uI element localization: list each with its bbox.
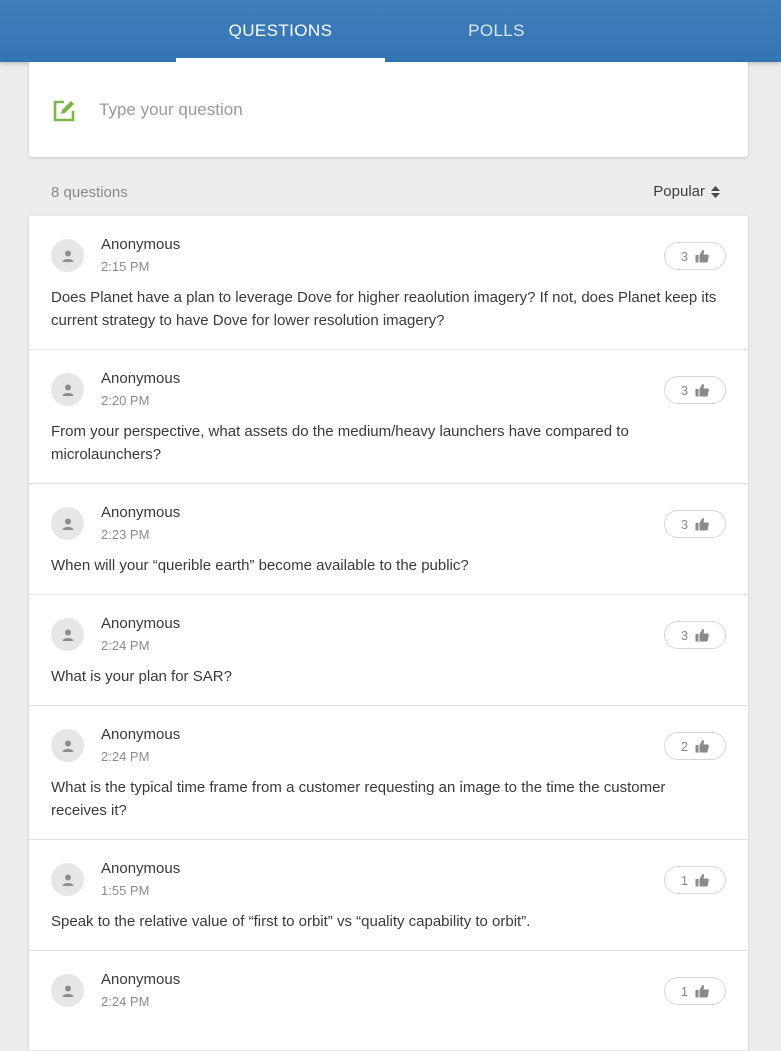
avatar [51,618,84,651]
question-item: Anonymous 2:20 PM 3 From your perspective, … [29,350,748,484]
upvote-button[interactable]: 3 [664,621,726,649]
thumbs-up-icon [695,384,709,397]
tab-questions[interactable]: QUESTIONS [176,0,385,62]
thumbs-up-icon [695,629,709,642]
user-icon [62,874,73,886]
avatar [51,507,84,540]
user-icon [62,740,73,752]
timestamp: 2:24 PM [101,749,150,764]
user-icon [62,250,73,262]
upvote-button[interactable]: 3 [664,510,726,538]
question-text: What is the typical time frame from a cu… [51,779,666,819]
question-text: From your perspective, what assets do th… [51,423,629,463]
top-tab-bar: QUESTIONS POLLS [0,0,781,62]
author-name: Anonymous [101,236,181,253]
upvote-button[interactable]: 3 [664,242,726,270]
upvote-count: 3 [680,627,689,643]
question-text: Does Planet have a plan to leverage Dove… [51,289,717,329]
author-name: Anonymous [101,726,181,743]
timestamp: 1:55 PM [101,883,150,898]
author-name: Anonymous [101,370,181,387]
avatar [51,239,84,272]
avatar [51,863,84,896]
thumbs-up-icon [695,985,709,998]
question-item: Anonymous 2:24 PM 3 What is your plan for S… [29,595,748,706]
sort-icon [711,185,720,198]
timestamp: 2:20 PM [101,393,150,408]
question-text: What is your plan for SAR? [51,668,232,685]
avatar [51,729,84,762]
timestamp: 2:23 PM [101,527,150,542]
timestamp: 2:24 PM [101,994,150,1009]
author-name: Anonymous [101,860,181,877]
question-count: 8 questions [51,184,128,201]
tab-polls[interactable]: POLLS [392,0,601,62]
author-name: Anonymous [101,615,181,632]
upvote-button[interactable]: 2 [664,732,726,760]
upvote-count: 1 [680,983,689,999]
question-item: Anonymous 2:15 PM 3 Does Planet have a plan… [29,216,748,350]
question-item: Anonymous 1:55 PM 1 Speak to the relative v… [29,840,748,951]
timestamp: 2:15 PM [101,259,150,274]
author-name: Anonymous [101,971,181,988]
edit-icon [53,100,75,122]
thumbs-up-icon [695,740,709,753]
question-text: When will your “querible earth” become a… [51,557,469,574]
upvote-count: 3 [680,516,689,532]
avatar [51,974,84,1007]
question-item: Anonymous 2:24 PM 1 [29,951,748,1051]
question-item: Anonymous 2:23 PM 3 When will your “queribl… [29,484,748,595]
user-icon [62,985,73,997]
user-icon [62,384,73,396]
ask-question-card [29,62,748,157]
question-list: Anonymous 2:15 PM 3 Does Planet have a plan… [29,216,748,1051]
thumbs-up-icon [695,250,709,263]
thumbs-up-icon [695,874,709,887]
avatar [51,373,84,406]
upvote-count: 1 [680,872,689,888]
timestamp: 2:24 PM [101,638,150,653]
upvote-button[interactable]: 1 [664,866,726,894]
question-text: Speak to the relative value of “first to… [51,913,531,930]
user-icon [62,629,73,641]
upvote-count: 2 [680,738,689,754]
upvote-count: 3 [680,382,689,398]
question-input[interactable] [99,90,719,130]
upvote-count: 3 [680,248,689,264]
upvote-button[interactable]: 1 [664,977,726,1005]
thumbs-up-icon [695,518,709,531]
user-icon [62,518,73,530]
question-item: Anonymous 2:24 PM 2 What is the typical tim… [29,706,748,840]
sort-label: Popular [653,183,705,200]
sort-dropdown[interactable]: Popular [653,183,720,200]
upvote-button[interactable]: 3 [664,376,726,404]
author-name: Anonymous [101,504,181,521]
